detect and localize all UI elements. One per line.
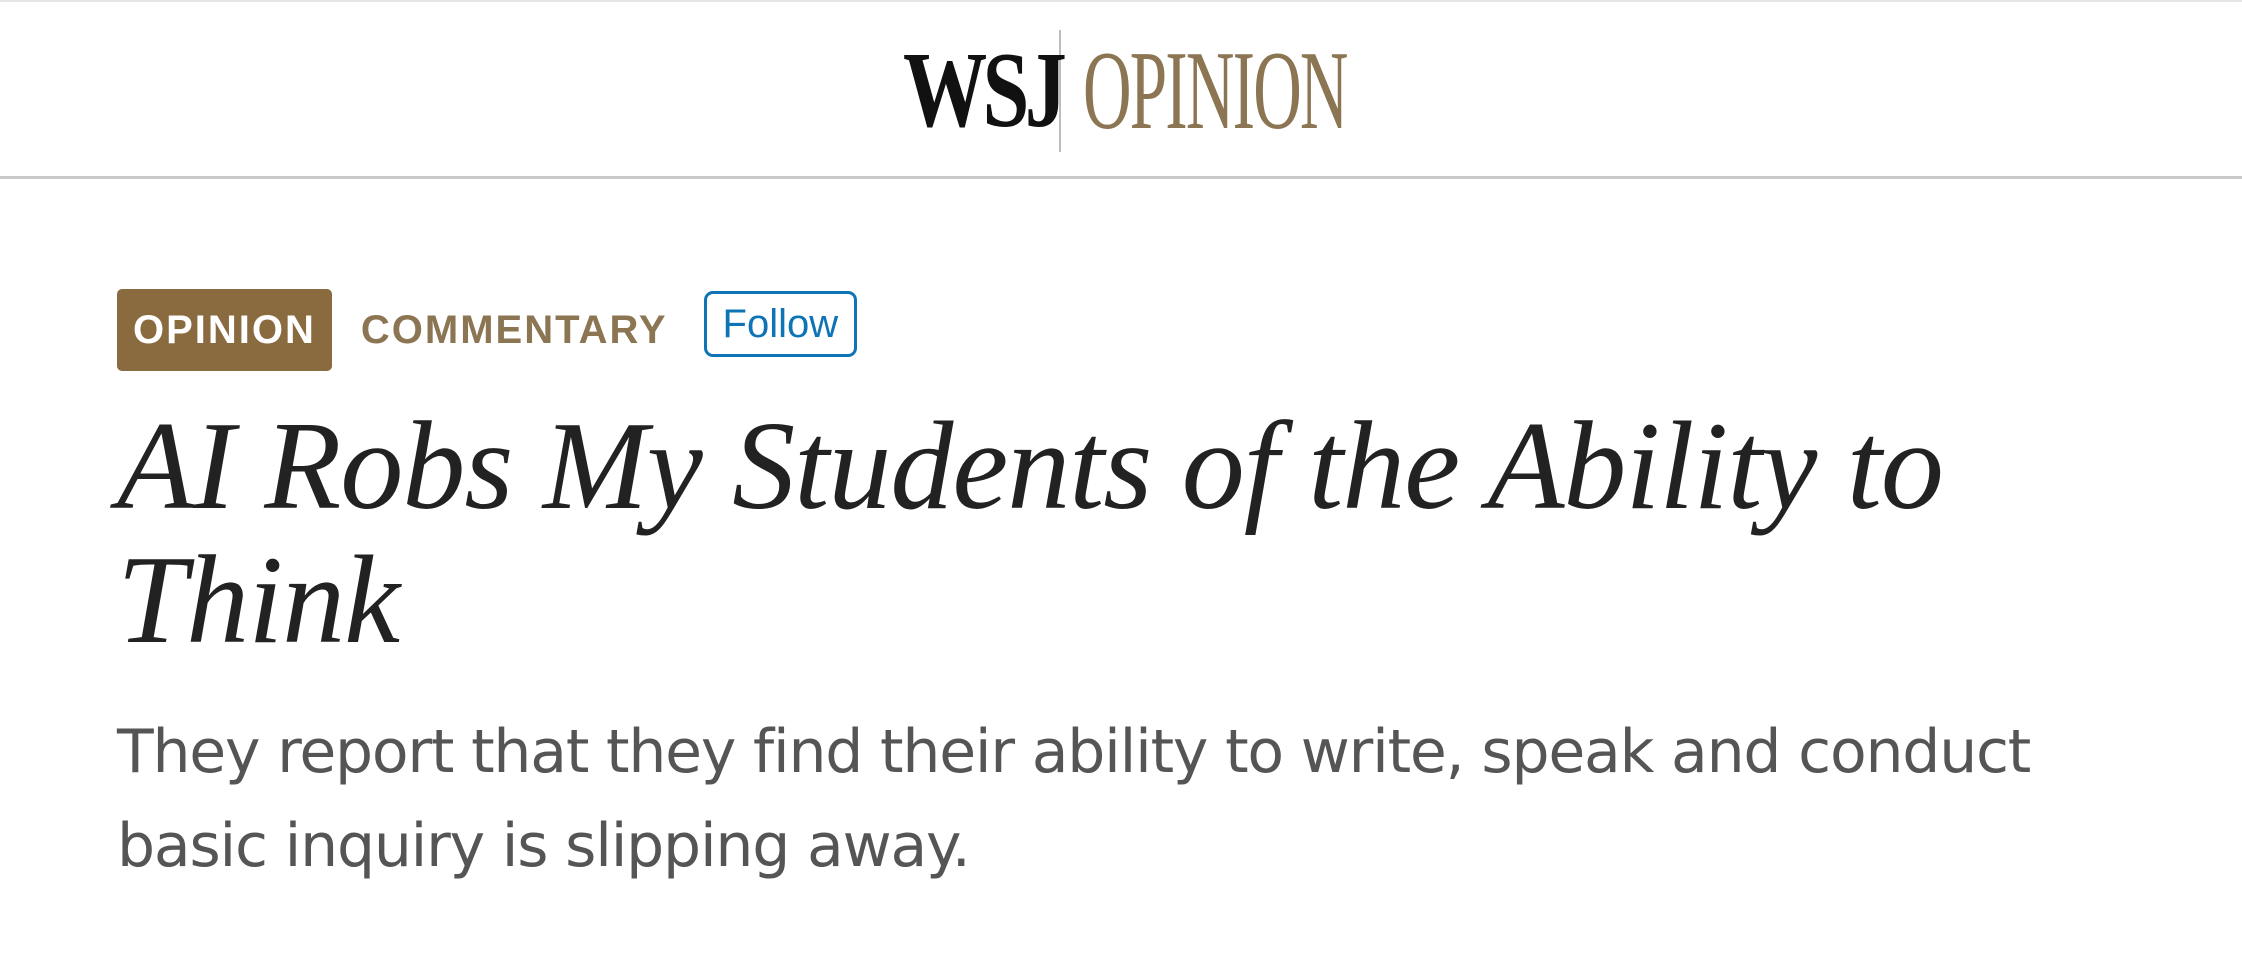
article-kicker: OPINION COMMENTARY Follow (117, 289, 858, 371)
follow-button[interactable]: Follow (703, 291, 858, 357)
masthead: WSJ OPINION (0, 0, 2242, 179)
article-headline: AI Robs My Students of the Ability to Th… (117, 397, 1944, 670)
wsj-opinion-logo[interactable]: WSJ OPINION (903, 28, 1522, 153)
opinion-badge[interactable]: OPINION (117, 289, 332, 371)
commentary-section-link[interactable]: COMMENTARY (361, 308, 668, 353)
article-dek: They report that they find their ability… (117, 717, 2031, 881)
wsj-logo-text: WSJ (903, 30, 1067, 150)
opinion-logo-text: OPINION (1083, 28, 1348, 153)
